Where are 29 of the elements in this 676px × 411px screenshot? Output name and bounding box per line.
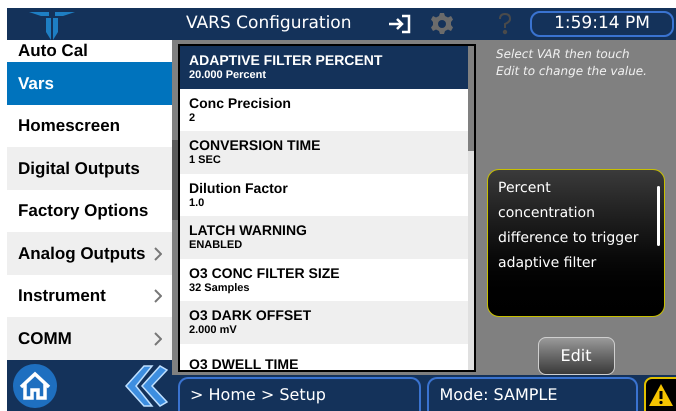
list-scrollbar[interactable] [468, 46, 474, 370]
chevron-right-icon [154, 246, 162, 261]
back-icon[interactable] [122, 364, 168, 408]
hint-text: Select VAR then touch Edit to change the value. [496, 46, 648, 80]
description-text: Percent concentration difference to trigger adaptive filter [498, 179, 640, 273]
var-row[interactable]: O3 DARK OFFSET 2.000 mV [180, 301, 468, 344]
edit-button[interactable]: Edit [538, 337, 614, 375]
window-title: VARS Configuration [186, 12, 352, 36]
sidebar-item[interactable]: Digital Outputs [7, 147, 172, 190]
exit-icon[interactable] [388, 14, 412, 34]
home-icon[interactable] [11, 362, 59, 408]
sidebar-item[interactable]: Vars [7, 62, 172, 105]
sidebar-item[interactable]: Factory Options [7, 190, 172, 232]
sidebar-item[interactable]: Analog Outputs [7, 232, 172, 275]
var-row[interactable]: CONVERSION TIME 1 SEC [180, 131, 468, 174]
clock-display: 1:59:14 PM [530, 11, 674, 37]
warning-button[interactable] [644, 377, 676, 411]
var-row[interactable]: LATCH WARNING ENABLED [180, 216, 468, 258]
warning-icon [648, 383, 674, 407]
mode-display: Mode: SAMPLE [427, 377, 638, 411]
sidebar-scrollbar[interactable] [172, 40, 178, 375]
chevron-right-icon [154, 332, 162, 346]
var-row[interactable]: ADAPTIVE FILTER PERCENT 20.000 Percent [180, 46, 468, 88]
chevron-right-icon [154, 289, 162, 304]
breadcrumb[interactable]: > Home > Setup [178, 377, 422, 411]
var-row[interactable]: O3 DWELL TIME [180, 344, 468, 370]
description-scrollbar [657, 186, 660, 246]
settings-icon[interactable] [430, 12, 454, 36]
sidebar-item[interactable]: COMM [7, 317, 172, 360]
